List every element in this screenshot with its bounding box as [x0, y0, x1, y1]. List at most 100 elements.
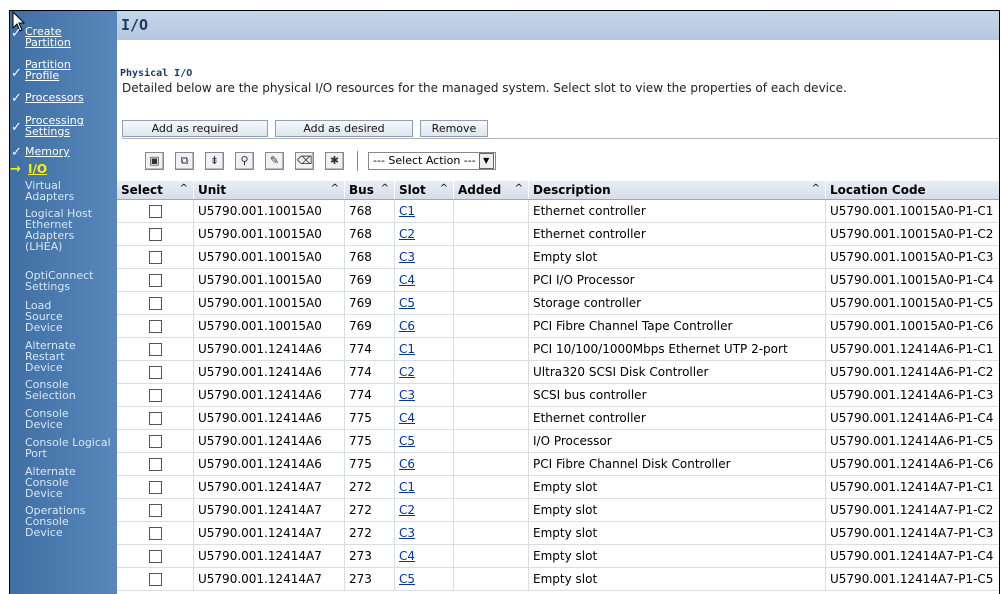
sidebar-item-memory[interactable]: ✓ Memory: [10, 145, 117, 159]
column-header-location-code[interactable]: Location Code^: [825, 181, 999, 200]
clear-sort-icon[interactable]: ⌫: [295, 151, 314, 170]
sidebar-item-alternate-console-device[interactable]: Alternate Console Device: [10, 466, 117, 499]
section-description: Detailed below are the physical I/O reso…: [122, 81, 847, 95]
sidebar-item-alternate-restart-device[interactable]: Alternate Restart Device: [10, 340, 117, 373]
sidebar-item-console-logical-port[interactable]: Console Logical Port: [10, 437, 117, 459]
edit-sort-icon[interactable]: ✎: [265, 151, 284, 170]
added-cell: [453, 406, 529, 430]
row-select-checkbox[interactable]: [148, 527, 162, 540]
row-select-cell: [117, 567, 194, 591]
row-select-checkbox[interactable]: [148, 389, 162, 402]
description-cell: Empty slot: [528, 475, 826, 499]
location-code-cell: U5790.001.12414A7-P1-C2: [825, 498, 999, 522]
row-select-checkbox[interactable]: [148, 458, 162, 471]
bus-cell: 272: [344, 521, 395, 545]
slot-link[interactable]: C2: [399, 365, 415, 379]
slot-link[interactable]: C2: [399, 227, 415, 241]
row-select-checkbox[interactable]: [148, 366, 162, 379]
sidebar-item-console-device[interactable]: Console Device: [10, 408, 117, 430]
deselect-all-icon[interactable]: ⧉: [175, 151, 194, 170]
sidebar-item-label: Console Logical Port: [25, 436, 111, 460]
description-cell: Empty slot: [528, 521, 826, 545]
row-select-checkbox[interactable]: [148, 205, 162, 218]
slot-link[interactable]: C4: [399, 273, 415, 287]
slot-link[interactable]: C3: [399, 388, 415, 402]
sidebar-item-label[interactable]: Memory: [25, 145, 70, 158]
row-select-cell: [117, 360, 194, 384]
sort-arrow-icon[interactable]: ^: [381, 183, 389, 194]
row-select-checkbox[interactable]: [148, 251, 162, 264]
main-content: I/O Physical I/O Detailed below are the …: [117, 11, 999, 594]
expand-icon[interactable]: ⇟: [205, 151, 224, 170]
sort-arrow-icon[interactable]: ^: [331, 183, 339, 194]
slot-link[interactable]: C1: [399, 480, 415, 494]
sidebar-item-processors[interactable]: ✓ Processors: [10, 91, 117, 105]
slot-link[interactable]: C3: [399, 526, 415, 540]
row-select-checkbox[interactable]: [148, 481, 162, 494]
sidebar-item-partition-profile[interactable]: ✓ Partition Profile: [10, 59, 117, 81]
sidebar-item-virtual-adapters[interactable]: Virtual Adapters: [10, 180, 117, 202]
column-header-select[interactable]: Select ^: [117, 181, 194, 200]
remove-button[interactable]: Remove: [420, 120, 488, 137]
sidebar-item-create-partition[interactable]: ✓ Create Partition: [10, 26, 117, 48]
row-select-checkbox[interactable]: [148, 550, 162, 563]
slot-link[interactable]: C4: [399, 411, 415, 425]
bus-cell: 272: [344, 475, 395, 499]
row-select-checkbox[interactable]: [148, 412, 162, 425]
row-select-cell: [117, 337, 194, 361]
row-select-checkbox[interactable]: [148, 573, 162, 586]
sidebar-item-console-selection[interactable]: Console Selection: [10, 379, 117, 401]
add-as-required-button[interactable]: Add as required: [122, 120, 268, 137]
sidebar-item-label[interactable]: I/O: [25, 162, 47, 176]
description-cell: Empty slot: [528, 245, 826, 269]
slot-link[interactable]: C5: [399, 434, 415, 448]
row-select-checkbox[interactable]: [148, 320, 162, 333]
select-action-dropdown[interactable]: --- Select Action --- ▼: [368, 151, 496, 170]
description-cell: Ethernet controller: [528, 199, 826, 223]
sidebar-item-label[interactable]: Processors: [25, 91, 84, 104]
row-select-checkbox[interactable]: [148, 435, 162, 448]
table-row: U5790.001.12414A6 774 C2 Ultra320 SCSI Disk…: [117, 360, 999, 384]
sidebar-item-label[interactable]: Partition Profile: [25, 59, 75, 81]
slot-link[interactable]: C6: [399, 319, 415, 333]
column-header-description[interactable]: Description ^: [528, 181, 826, 200]
slot-link[interactable]: C2: [399, 503, 415, 517]
slot-link[interactable]: C1: [399, 204, 415, 218]
sidebar-item-lhea[interactable]: Logical Host Ethernet Adapters (LHEA): [10, 208, 117, 252]
slot-link[interactable]: C4: [399, 549, 415, 563]
sidebar-item-processing-settings[interactable]: ✓ Processing Settings: [10, 115, 117, 137]
unit-cell: U5790.001.12414A7: [193, 567, 345, 591]
column-header-bus[interactable]: Bus ^: [344, 181, 395, 200]
chevron-down-icon[interactable]: ▼: [478, 152, 494, 169]
location-code-cell: U5790.001.12414A6-P1-C4: [825, 406, 999, 430]
slot-link[interactable]: C1: [399, 342, 415, 356]
sidebar-item-io[interactable]: → I/O: [10, 162, 117, 176]
sort-arrow-icon[interactable]: ^: [812, 183, 820, 194]
row-select-checkbox[interactable]: [148, 297, 162, 310]
sort-arrow-icon[interactable]: ^: [515, 183, 523, 194]
sidebar-item-opticonnect-settings[interactable]: OptiConnect Settings: [10, 270, 117, 292]
column-header-added[interactable]: Added ^: [453, 181, 529, 200]
slot-link[interactable]: C3: [399, 250, 415, 264]
column-header-unit[interactable]: Unit ^: [193, 181, 345, 200]
add-as-desired-button[interactable]: Add as desired: [275, 120, 413, 137]
filter-icon[interactable]: ⚲: [235, 151, 254, 170]
sort-arrow-icon[interactable]: ^: [440, 183, 448, 194]
sort-arrow-icon[interactable]: ^: [180, 183, 188, 194]
row-select-checkbox[interactable]: [148, 274, 162, 287]
sidebar-item-label[interactable]: Processing Settings: [25, 115, 95, 137]
row-select-checkbox[interactable]: [148, 343, 162, 356]
location-code-cell: U5790.001.12414A6-P1-C3: [825, 383, 999, 407]
slot-link[interactable]: C5: [399, 572, 415, 586]
select-all-icon[interactable]: ▣: [145, 151, 164, 170]
sidebar-item-operations-console-device[interactable]: Operations Console Device: [10, 505, 117, 538]
sidebar-item-load-source-device[interactable]: Load Source Device: [10, 300, 117, 333]
sidebar-item-label[interactable]: Create Partition: [25, 26, 87, 48]
row-select-checkbox[interactable]: [148, 504, 162, 517]
column-header-slot[interactable]: Slot ^: [394, 181, 454, 200]
slot-link[interactable]: C5: [399, 296, 415, 310]
configure-columns-icon[interactable]: ✱: [325, 151, 344, 170]
slot-link[interactable]: C6: [399, 457, 415, 471]
row-select-checkbox[interactable]: [148, 228, 162, 241]
table-row: U5790.001.12414A7 272 C1 Empty slot U5790.00…: [117, 475, 999, 499]
